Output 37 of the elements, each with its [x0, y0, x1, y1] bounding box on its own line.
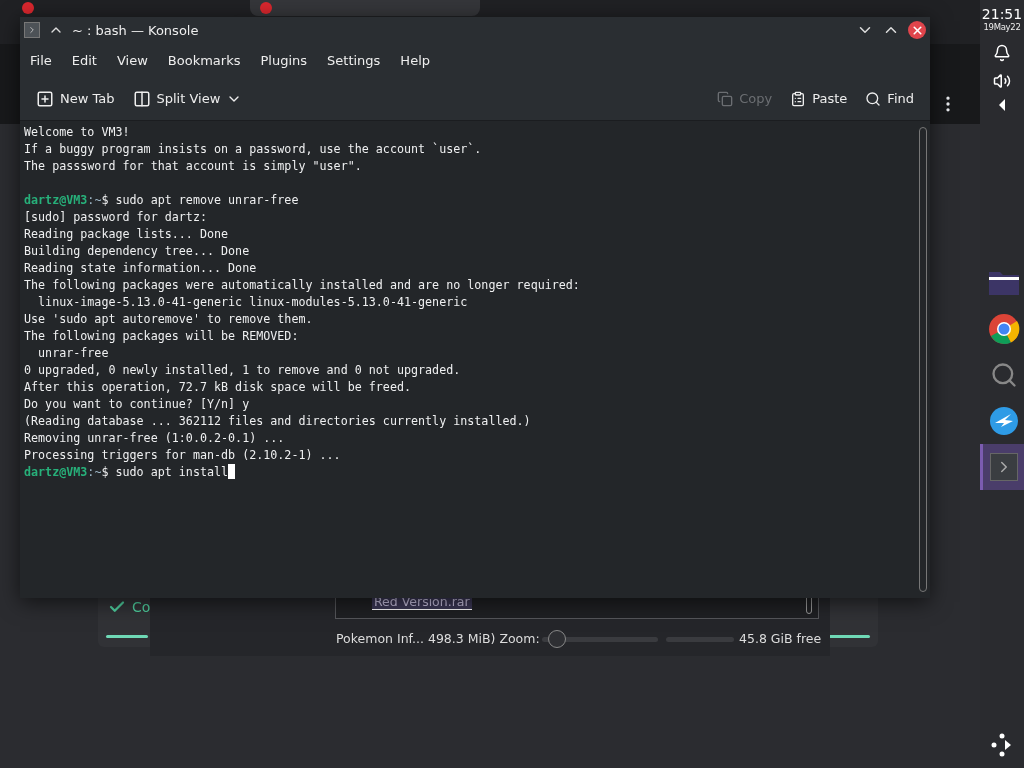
- terminal-line: After this operation, 72.7 kB disk space will be freed.: [24, 379, 412, 396]
- terminal-line: linux-image-5.13.0-41-generic linux-modules-5.13.0-41-generic: [37, 294, 469, 311]
- terminal-line: Building dependency tree... Done: [24, 243, 251, 260]
- terminal-line: The following packages will be REMOVED:: [24, 328, 300, 345]
- window-title: ~ : bash — Konsole: [72, 22, 200, 38]
- date: 19May22: [983, 22, 1021, 32]
- new-tab-button[interactable]: New Tab: [30, 85, 121, 112]
- menu-item[interactable]: Bookmarks: [157, 48, 251, 72]
- terminal-line: Use 'sudo apt autoremove' to remove them.: [24, 311, 314, 328]
- terminal-line: The passsword for that account is simply "user".: [24, 158, 363, 175]
- terminal-line: (Reading database ... 362112 files and directories currently installed.): [24, 413, 532, 430]
- terminal-line: dartz@VM3:~$ sudo apt install: [24, 464, 912, 481]
- terminal-line: Reading state information... Done: [24, 260, 258, 277]
- terminal-line: 0 upgraded, 0 newly installed, 1 to remove and 0 not upgraded.: [24, 362, 462, 379]
- terminal-line: Welcome to VM3!: [24, 124, 131, 141]
- menu-item[interactable]: View: [106, 48, 158, 72]
- clock[interactable]: 21:51: [981, 6, 1023, 22]
- menu-item[interactable]: File: [20, 48, 62, 72]
- terminal-line: If a buggy program insists on a password, use the account `user`.: [24, 141, 483, 158]
- terminal-line: dartz@VM3:~$ sudo apt remove unrar-free: [24, 192, 300, 209]
- terminal-line: Removing unrar-free (1:0.0.2-0.1) ...: [24, 430, 286, 447]
- free-space-text: 45.8 GiB free: [739, 631, 822, 646]
- find-button[interactable]: Find: [859, 86, 920, 111]
- terminal-line: unrar-free: [37, 345, 110, 362]
- menu-item[interactable]: Edit: [61, 48, 107, 72]
- terminal-line: Do you want to continue? [Y/n] y: [24, 396, 251, 413]
- terminal-line: The following packages were automatically installed and are no longer required:: [24, 277, 581, 294]
- split-view-button[interactable]: Split View: [126, 85, 249, 112]
- terminal-line: Reading package lists... Done: [24, 226, 230, 243]
- menu-item[interactable]: Help: [390, 48, 440, 72]
- paste-button[interactable]: Paste: [784, 86, 854, 111]
- terminal-line: [sudo] password for dartz:: [24, 209, 208, 226]
- status-text: Pokemon Inf... 498.3 MiB) Zoom:: [336, 631, 540, 646]
- menu-item[interactable]: Settings: [317, 48, 391, 72]
- terminal-line: Processing triggers for man-db (2.10.2-1) ...: [24, 447, 342, 464]
- card-text: Co: [132, 599, 151, 615]
- menu-item[interactable]: Plugins: [250, 48, 318, 72]
